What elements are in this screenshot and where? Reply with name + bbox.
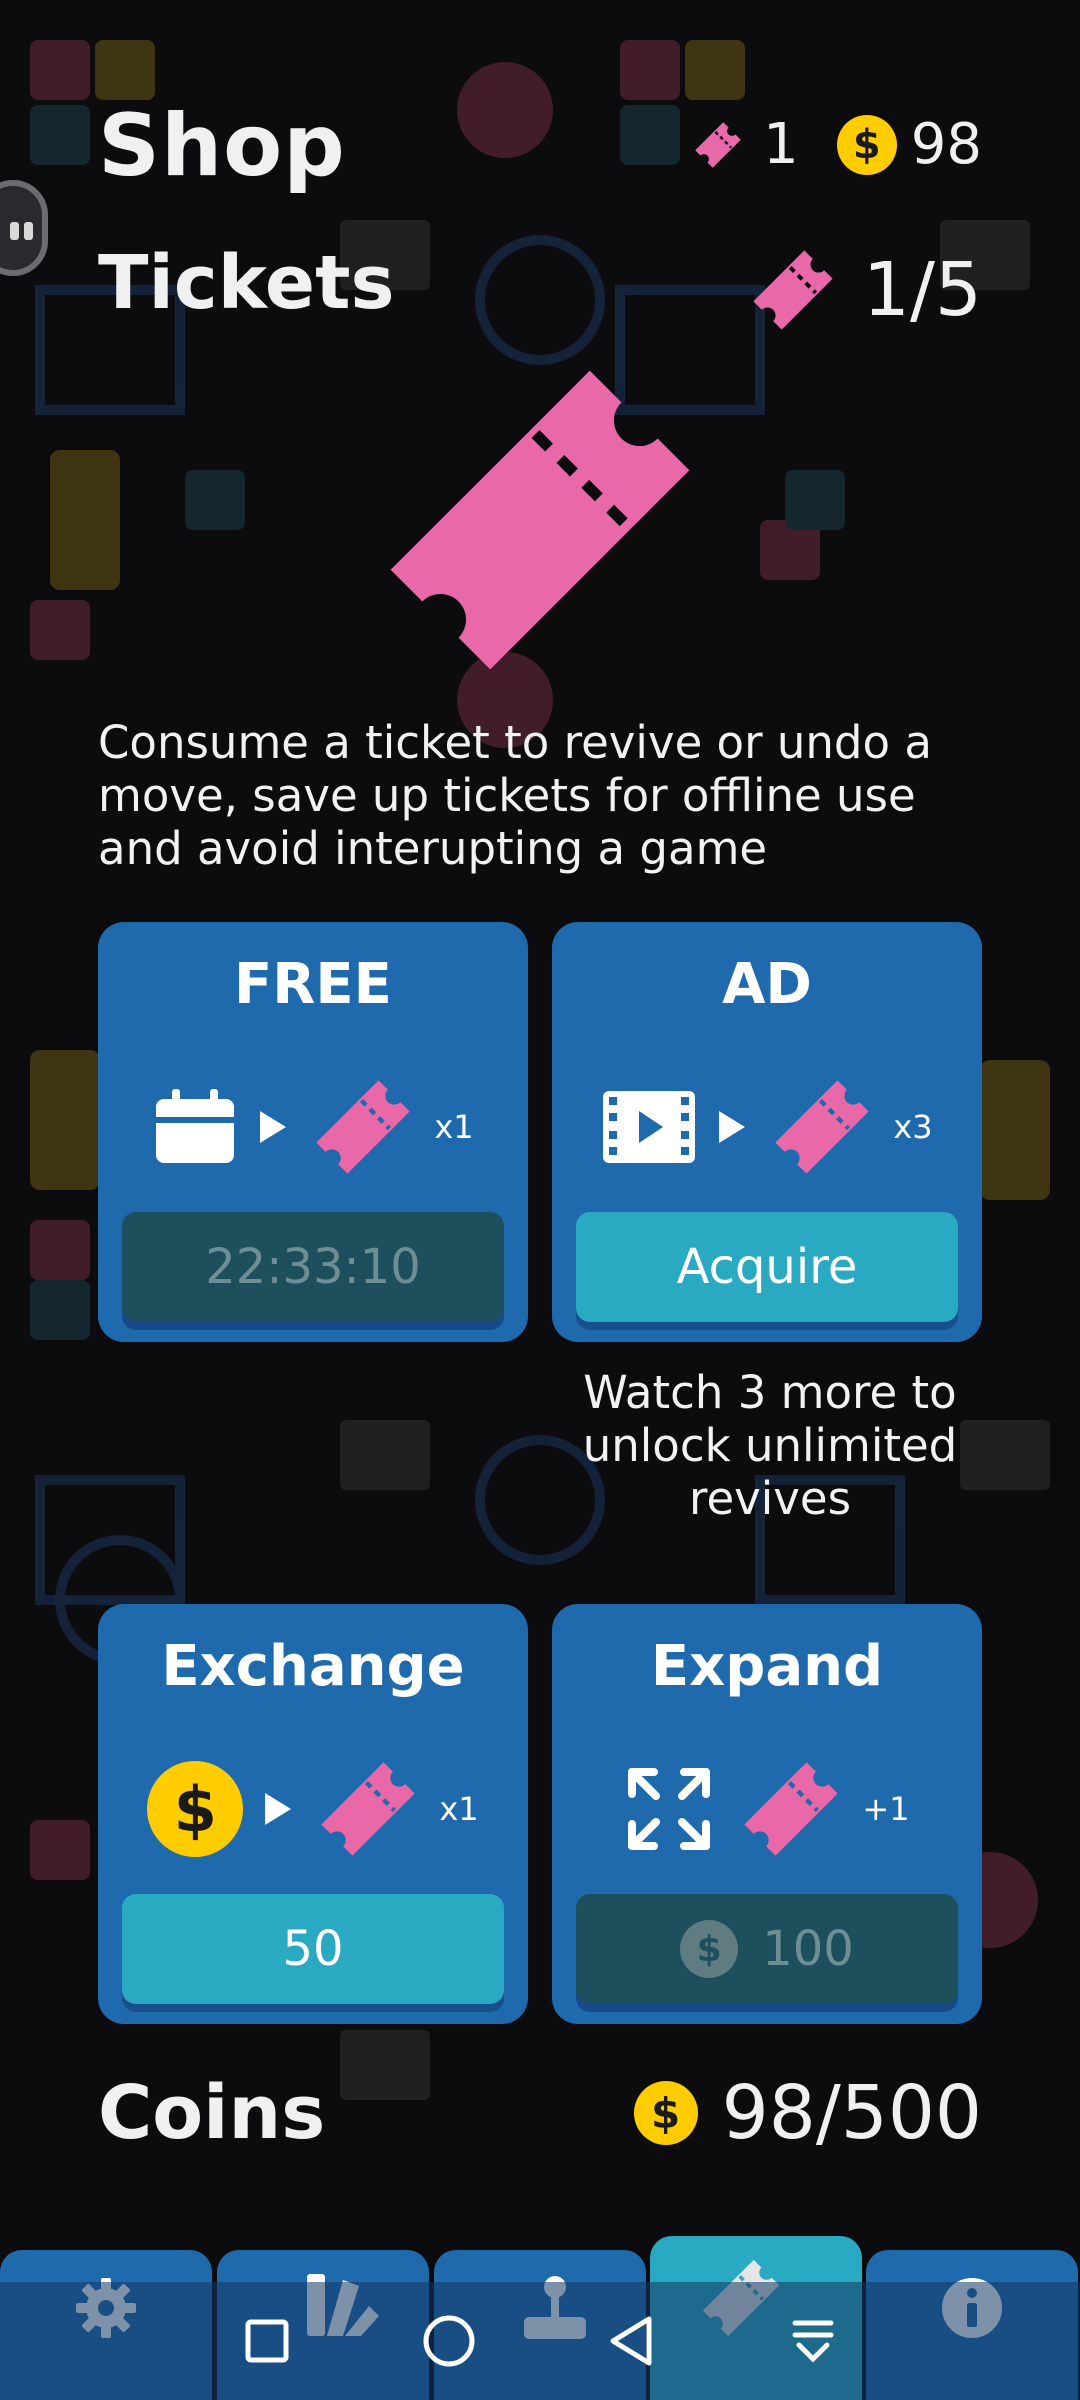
coins-count: $ 98/500 — [633, 2070, 982, 2156]
expand-buy-button: $ 100 — [576, 1894, 958, 2004]
reward-multiplier: x3 — [893, 1108, 933, 1146]
card-reward-row: +1 — [552, 1749, 982, 1869]
exchange-buy-button[interactable]: 50 — [122, 1894, 504, 2004]
arrow-icon — [719, 1111, 746, 1143]
card-reward-row: x3 — [552, 1067, 982, 1187]
square-icon — [245, 2319, 289, 2363]
card-title: Expand — [650, 1634, 884, 1699]
coin-icon: $ — [836, 114, 897, 175]
coins-heading: Coins — [98, 2070, 326, 2156]
ticket-icon — [316, 1080, 411, 1174]
expand-card: Expand +1 $ 100 — [552, 1604, 982, 2024]
ticket-icon — [775, 1080, 870, 1174]
tickets-heading: Tickets — [98, 240, 395, 326]
ticket-icon — [695, 121, 741, 168]
big-ticket-icon — [390, 370, 690, 670]
page-title: Shop — [98, 96, 346, 196]
expand-price: 100 — [762, 1921, 854, 1977]
coin-icon: $ — [680, 1920, 739, 1978]
back-triangle-icon — [610, 2316, 652, 2366]
tickets-count-value: 1/5 — [862, 247, 982, 333]
ticket-icon — [753, 250, 833, 330]
ticket-icon — [744, 1762, 839, 1856]
video-icon — [603, 1091, 696, 1163]
calendar-icon — [156, 1089, 235, 1163]
card-title: Exchange — [161, 1634, 465, 1699]
ad-ticket-card: AD x3 Acquire — [552, 922, 982, 1342]
back-button[interactable] — [596, 2306, 666, 2376]
coins-count-value: 98/500 — [721, 2070, 982, 2156]
system-navigation-bar — [0, 2282, 1080, 2400]
coin-balance: 98 — [910, 112, 982, 177]
ad-unlock-note: Watch 3 more to unlock unlimited revives — [582, 1366, 958, 1525]
recents-button[interactable] — [232, 2306, 302, 2376]
free-timer-button: 22:33:10 — [122, 1212, 504, 1322]
card-reward-row: x1 — [98, 1067, 528, 1187]
circle-icon — [423, 2315, 475, 2367]
home-button[interactable] — [414, 2306, 484, 2376]
acquire-button[interactable]: Acquire — [576, 1212, 958, 1322]
balance-counters: 1 $ 98 — [687, 112, 982, 177]
tickets-description: Consume a ticket to revive or undo a mov… — [98, 716, 932, 875]
tickets-count: 1/5 — [743, 240, 982, 340]
hide-keyboard-button[interactable] — [778, 2306, 848, 2376]
handle-dot — [10, 222, 19, 240]
reward-multiplier: x1 — [439, 1790, 479, 1828]
ticket-balance: 1 — [763, 112, 799, 177]
card-title: AD — [722, 952, 812, 1017]
handle-dot — [24, 222, 33, 240]
coin-icon: $ — [633, 2081, 698, 2145]
arrow-icon — [265, 1793, 292, 1825]
keyboard-down-icon — [792, 2320, 834, 2363]
reward-multiplier: +1 — [862, 1790, 910, 1828]
side-drawer-handle[interactable] — [0, 180, 48, 276]
reward-multiplier: x1 — [434, 1108, 474, 1146]
card-title: FREE — [234, 952, 392, 1017]
card-reward-row: $ x1 — [98, 1749, 528, 1869]
free-ticket-card: FREE x1 22:33:10 — [98, 922, 528, 1342]
arrow-icon — [260, 1111, 287, 1143]
exchange-card: Exchange $ x1 50 — [98, 1604, 528, 2024]
coin-icon: $ — [147, 1761, 244, 1857]
expand-arrows-icon — [628, 1768, 711, 1850]
ticket-icon — [321, 1762, 416, 1856]
